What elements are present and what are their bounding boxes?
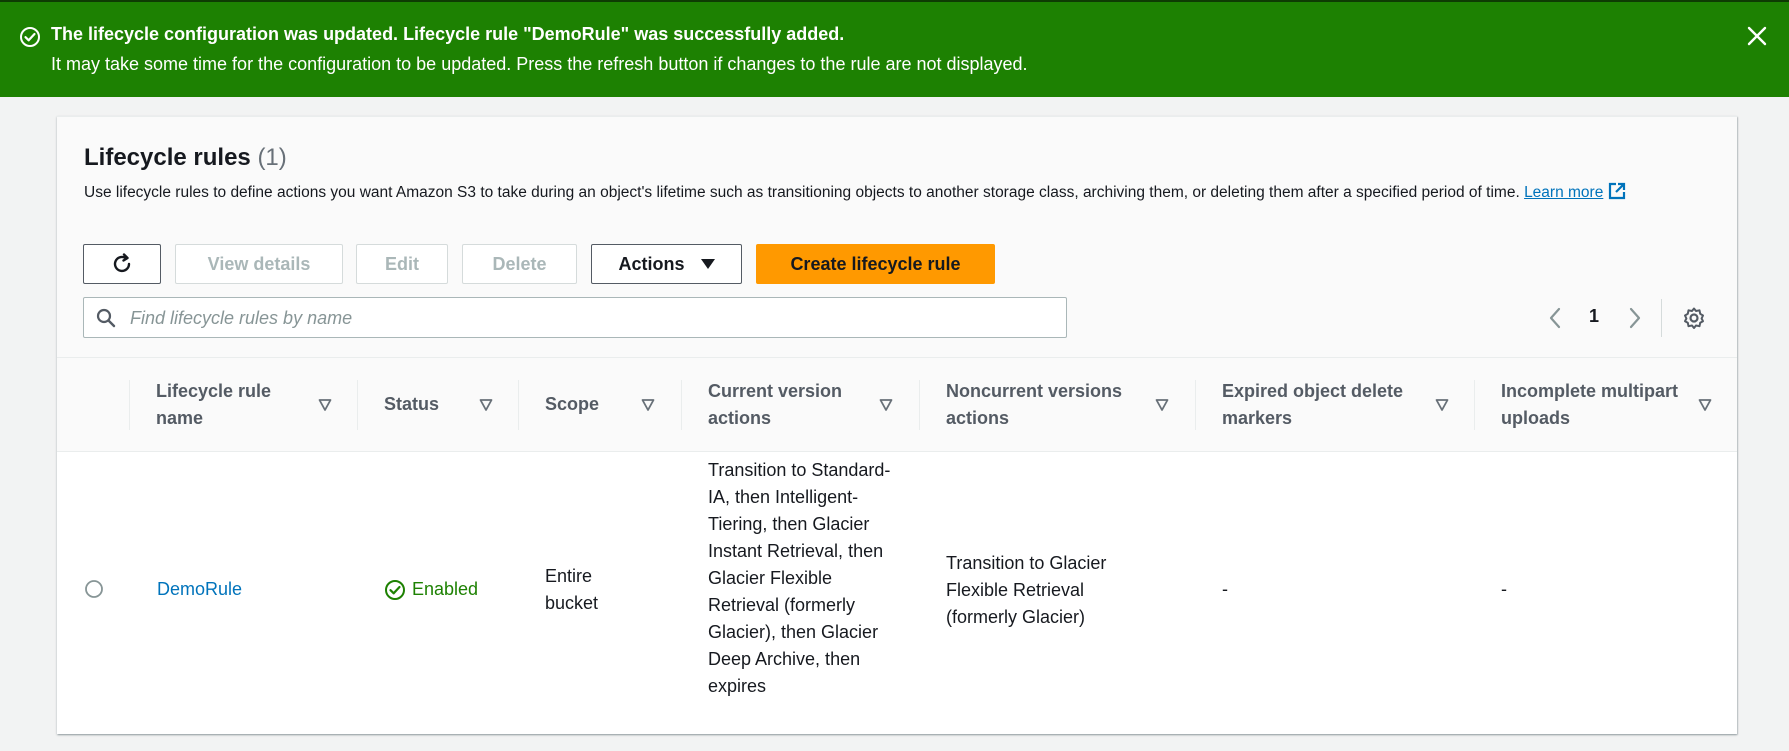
sort-down-icon bbox=[1435, 399, 1449, 411]
status-text: Enabled bbox=[412, 579, 479, 599]
sort-down-icon bbox=[1698, 399, 1712, 411]
rule-name-link[interactable]: DemoRule bbox=[157, 576, 242, 603]
view-details-button[interactable]: View details bbox=[175, 244, 343, 284]
column-label: Expired object delete markers bbox=[1222, 381, 1404, 428]
panel-description: Use lifecycle rules to define actions yo… bbox=[84, 179, 1714, 206]
column-divider bbox=[1195, 380, 1196, 430]
gear-icon[interactable] bbox=[1682, 306, 1706, 330]
current-version-actions-cell: Transition to Standard-IA, then Intellig… bbox=[708, 460, 891, 696]
delete-button[interactable]: Delete bbox=[462, 244, 577, 284]
column-divider bbox=[919, 380, 920, 430]
refresh-icon bbox=[113, 253, 131, 273]
external-link-icon bbox=[1609, 182, 1626, 200]
sort-down-icon bbox=[479, 399, 493, 411]
column-label: Incomplete multipart uploads bbox=[1501, 381, 1679, 428]
column-header-status[interactable]: Status bbox=[357, 358, 518, 452]
column-header-noncurrent-actions[interactable]: Noncurrent versions actions bbox=[919, 358, 1195, 452]
success-check-icon bbox=[20, 27, 40, 47]
column-divider bbox=[129, 380, 130, 430]
pager-divider bbox=[1661, 299, 1662, 337]
column-header-expired-markers[interactable]: Expired object delete markers bbox=[1195, 358, 1474, 452]
previous-page-icon[interactable] bbox=[1545, 305, 1565, 331]
incomplete-uploads-cell: - bbox=[1501, 579, 1507, 599]
panel-header: Lifecycle rules (1) Use lifecycle rules … bbox=[57, 117, 1737, 358]
next-page-icon[interactable] bbox=[1625, 305, 1645, 331]
expired-markers-cell: - bbox=[1222, 579, 1228, 599]
panel-title-text: Lifecycle rules bbox=[84, 144, 251, 171]
flash-message: It may take some time for the configurat… bbox=[51, 54, 1028, 74]
column-header-incomplete-uploads[interactable]: Incomplete multipart uploads bbox=[1474, 358, 1737, 452]
column-divider bbox=[1474, 380, 1475, 430]
flash-title: The lifecycle configuration was updated.… bbox=[51, 24, 845, 44]
caret-down-icon bbox=[700, 259, 715, 269]
refresh-button[interactable] bbox=[83, 244, 161, 284]
row-select-radio[interactable] bbox=[84, 579, 104, 599]
current-page[interactable]: 1 bbox=[1589, 306, 1599, 327]
column-header-name[interactable]: Lifecycle rule name bbox=[129, 358, 357, 452]
description-text: Use lifecycle rules to define actions yo… bbox=[84, 184, 1520, 201]
column-header-scope[interactable]: Scope bbox=[518, 358, 681, 452]
column-label: Scope bbox=[545, 394, 600, 414]
create-lifecycle-rule-button[interactable]: Create lifecycle rule bbox=[756, 244, 995, 284]
column-label: Status bbox=[384, 394, 440, 414]
sort-down-icon bbox=[879, 399, 893, 411]
sort-down-icon bbox=[1155, 399, 1169, 411]
column-header-current-actions[interactable]: Current version actions bbox=[681, 358, 919, 452]
close-icon[interactable] bbox=[1745, 24, 1769, 48]
sort-down-icon bbox=[641, 399, 655, 411]
sort-down-icon bbox=[318, 399, 332, 411]
success-flash-banner: The lifecycle configuration was updated.… bbox=[0, 0, 1789, 97]
lifecycle-rules-panel: Lifecycle rules (1) Use lifecycle rules … bbox=[57, 116, 1737, 734]
actions-dropdown-button[interactable]: Actions bbox=[591, 244, 742, 284]
column-divider bbox=[518, 380, 519, 430]
scope-cell: Entire bucket bbox=[545, 566, 599, 613]
status-badge: Enabled bbox=[384, 576, 478, 603]
status-check-icon bbox=[385, 579, 405, 600]
learn-more-label: Learn more bbox=[1524, 184, 1604, 201]
column-label: Noncurrent versions actions bbox=[946, 381, 1123, 428]
actions-label: Actions bbox=[618, 253, 685, 274]
noncurrent-actions-cell: Transition to Glacier Flexible Retrieval… bbox=[946, 553, 1107, 627]
rule-count: (1) bbox=[257, 144, 287, 171]
search-icon bbox=[96, 308, 116, 328]
search-input[interactable] bbox=[130, 306, 1050, 330]
column-divider bbox=[357, 380, 358, 430]
column-divider bbox=[681, 380, 682, 430]
table-header: Lifecycle rule name Status Scope Current… bbox=[57, 358, 1737, 452]
search-box bbox=[83, 297, 1067, 338]
panel-title: Lifecycle rules (1) bbox=[84, 144, 287, 172]
column-label: Lifecycle rule name bbox=[156, 381, 272, 428]
learn-more-link[interactable]: Learn more bbox=[1524, 182, 1626, 201]
column-label: Current version actions bbox=[708, 381, 843, 428]
edit-button[interactable]: Edit bbox=[356, 244, 448, 284]
